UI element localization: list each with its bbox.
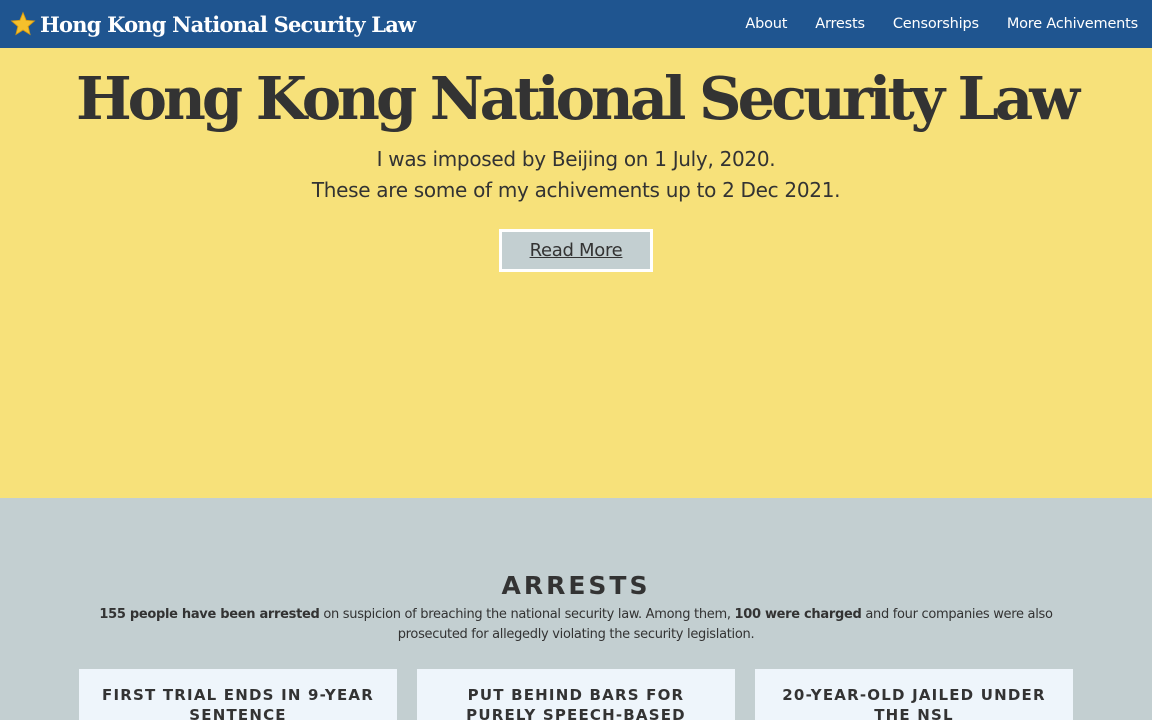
nav-link-arrests[interactable]: Arrests: [815, 16, 865, 32]
arrest-card-title: 20-year-old jailed under the NSL: [782, 686, 1046, 720]
nav-link-censorships[interactable]: Censorships: [893, 16, 979, 32]
brand-title: Hong Kong National Security Law: [40, 11, 416, 37]
star-icon: [10, 11, 36, 36]
arrest-card-title: First trial ends in 9-year sentence: [102, 686, 374, 720]
arrests-section: ARRESTS 155 people have been arrested on…: [0, 498, 1152, 720]
nav-link-about[interactable]: About: [745, 16, 787, 32]
nav-links: About Arrests Censorships More Achivemen…: [745, 16, 1138, 32]
arrest-card[interactable]: 20-year-old jailed under the NSL: [755, 669, 1073, 720]
hero-subtitle-line-2: These are some of my achivements up to 2…: [311, 178, 841, 202]
hero-subtitle-line-1: I was imposed by Beijing on 1 July, 2020…: [376, 147, 776, 171]
arrests-heading: ARRESTS: [501, 571, 651, 600]
arrest-card[interactable]: First trial ends in 9-year sentence: [79, 669, 397, 720]
arrests-summary-text-1: on suspicion of breaching the national s…: [319, 607, 735, 622]
brand-link[interactable]: Hong Kong National Security Law: [10, 11, 416, 37]
hero-title: Hong Kong National Security Law: [75, 64, 1080, 133]
arrests-summary: 155 people have been arrested on suspici…: [66, 605, 1086, 645]
arrest-cards: First trial ends in 9-year sentence Put …: [79, 669, 1073, 720]
navbar: Hong Kong National Security Law About Ar…: [0, 0, 1152, 48]
nav-link-more-achivements[interactable]: More Achivements: [1007, 16, 1138, 32]
arrest-card-title: Put behind bars for purely speech-based …: [466, 686, 686, 720]
charged-count-text: 100 were charged: [734, 607, 862, 622]
arrest-card[interactable]: Put behind bars for purely speech-based …: [417, 669, 735, 720]
hero-section: Hong Kong National Security Law I was im…: [0, 48, 1152, 498]
read-more-button[interactable]: Read More: [499, 229, 653, 272]
arrests-count-text: 155 people have been arrested: [99, 607, 320, 622]
